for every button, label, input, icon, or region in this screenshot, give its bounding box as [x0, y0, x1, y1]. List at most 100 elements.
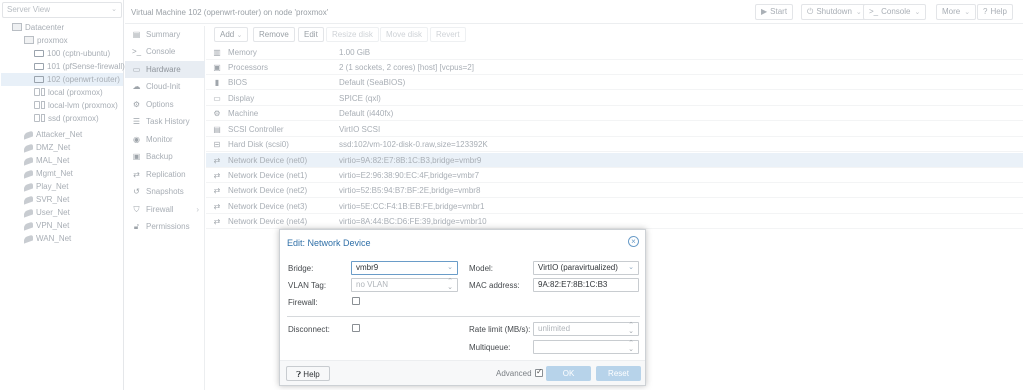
- network-zone-icon: [24, 130, 33, 140]
- tree-network[interactable]: DMZ_Net: [24, 141, 70, 154]
- tree-network[interactable]: Attacker_Net: [24, 128, 82, 141]
- hw-value: virtio=9A:82:E7:8B:1C:B3,bridge=vmbr9: [339, 156, 482, 165]
- table-row[interactable]: ⊟ Hard Disk (scsi0) ssd:102/vm-102-disk-0.…: [206, 137, 1023, 152]
- resize-disk-button[interactable]: Resize disk: [326, 27, 379, 42]
- close-icon[interactable]: ×: [628, 236, 639, 247]
- console-button[interactable]: >_ Console ⌄: [863, 4, 927, 20]
- shutdown-label: Shutdown: [816, 7, 852, 16]
- view-selector[interactable]: Server View ⌄: [2, 2, 122, 18]
- dialog-help-button[interactable]: ❓︎ Help: [286, 366, 330, 381]
- model-label: Model:: [469, 264, 494, 273]
- rate-limit-input[interactable]: unlimited ⌃ ⌄: [533, 322, 639, 336]
- tree-network[interactable]: SVR_Net: [24, 193, 69, 206]
- start-button[interactable]: ▶ Start: [755, 4, 794, 20]
- hw-value: 2 (1 sockets, 2 cores) [host] [vcpus=2]: [339, 63, 474, 72]
- network-icon: ⇄: [213, 186, 221, 195]
- model-select[interactable]: VirtIO (paravirtualized) ⌄: [533, 261, 639, 275]
- table-row[interactable]: ⇄ Network Device (net0) virtio=9A:82:E7:8B…: [206, 153, 1023, 168]
- network-zone-icon: [24, 221, 33, 231]
- menu-cloud-init[interactable]: ☁ Cloud-Init: [125, 78, 205, 95]
- menu-label: Task History: [146, 117, 190, 126]
- menu-label: Replication: [146, 170, 186, 179]
- menu-task-history[interactable]: ☰ Task History: [125, 113, 205, 130]
- tree-storage-ssd[interactable]: ssd (proxmox): [34, 112, 99, 125]
- tree-node-proxmox[interactable]: proxmox: [24, 34, 68, 47]
- menu-hardware[interactable]: ▭ Hardware: [125, 61, 205, 78]
- shutdown-button[interactable]: ⏻ Shutdown ⌄: [801, 4, 868, 20]
- tree-vm-label: 100 (cptn-ubuntu): [47, 49, 111, 58]
- menu-snapshots[interactable]: ↺ Snapshots: [125, 183, 205, 200]
- mac-address-input[interactable]: 9A:82:E7:8B:1C:B3: [533, 278, 639, 292]
- menu-options[interactable]: ⚙ Options: [125, 96, 205, 113]
- bridge-label: Bridge:: [288, 264, 314, 273]
- rate-limit-label: Rate limit (MB/s):: [469, 325, 531, 334]
- advanced-checkbox[interactable]: [535, 367, 543, 377]
- hw-value: ssd:102/vm-102-disk-0.raw,size=123392K: [339, 140, 488, 149]
- multiqueue-input[interactable]: ⌃ ⌄: [533, 340, 639, 354]
- disconnect-checkbox[interactable]: [352, 324, 360, 332]
- tree-storage-label: local (proxmox): [48, 88, 103, 97]
- bridge-select[interactable]: vmbr9 ⌄: [351, 261, 458, 275]
- table-row[interactable]: ▥ Memory 1.00 GiB: [206, 45, 1023, 60]
- vlan-label: VLAN Tag:: [288, 281, 327, 290]
- table-row[interactable]: ⇄ Network Device (net4) virtio=8A:44:BC:D6…: [206, 214, 1023, 229]
- unlock-icon: 🔓︎: [133, 222, 140, 231]
- tree-vm-100[interactable]: 100 (cptn-ubuntu): [34, 47, 110, 60]
- tree-network[interactable]: Mgmt_Net: [24, 167, 73, 180]
- firewall-label: Firewall:: [288, 298, 318, 307]
- menu-firewall[interactable]: ⛉ Firewall ›: [125, 201, 205, 218]
- table-row[interactable]: ▤ SCSI Controller VirtIO SCSI: [206, 122, 1023, 137]
- tree-network-label: SVR_Net: [36, 195, 70, 204]
- menu-permissions[interactable]: 🔓︎ Permissions: [125, 218, 205, 235]
- tree-network[interactable]: MAL_Net: [24, 154, 69, 167]
- tree-network-label: Play_Net: [36, 182, 69, 191]
- menu-backup[interactable]: ▣ Backup: [125, 148, 205, 165]
- table-row[interactable]: ▭ Display SPICE (qxl): [206, 91, 1023, 106]
- chevron-down-icon: ⌄: [964, 9, 971, 16]
- table-row[interactable]: ⇄ Network Device (net3) virtio=5E:CC:F4:1B…: [206, 199, 1023, 214]
- vlan-tag-input[interactable]: no VLAN ⌃ ⌄: [351, 278, 458, 292]
- tree-storage-local[interactable]: local (proxmox): [34, 86, 103, 99]
- hw-value: virtio=5E:CC:F4:1B:EB:FE,bridge=vmbr1: [339, 202, 485, 211]
- bios-icon: ▮: [214, 78, 220, 87]
- hw-key: Machine: [228, 109, 259, 118]
- menu-summary[interactable]: ▤ Summary: [125, 26, 205, 43]
- more-button[interactable]: More ⌄: [936, 4, 977, 20]
- move-disk-button[interactable]: Move disk: [380, 27, 429, 42]
- monitor-icon: ▭: [132, 65, 141, 74]
- add-button[interactable]: Add ⌄: [214, 27, 249, 42]
- tree-vm-102[interactable]: 102 (openwrt-router): [1, 73, 123, 86]
- revert-button[interactable]: Revert: [430, 27, 466, 42]
- menu-monitor[interactable]: ◉ Monitor: [125, 131, 205, 148]
- hdd-icon: ⊟: [213, 140, 221, 149]
- vm-icon: [34, 50, 44, 57]
- tree-node-label: proxmox: [37, 36, 68, 45]
- chevron-down-icon: ⌄: [914, 9, 921, 16]
- table-row[interactable]: ⇄ Network Device (net1) virtio=E2:96:38:90…: [206, 168, 1023, 183]
- tree-datacenter[interactable]: Datacenter: [12, 21, 64, 34]
- tree-network[interactable]: VPN_Net: [24, 219, 69, 232]
- tree-network[interactable]: Play_Net: [24, 180, 68, 193]
- hw-key: SCSI Controller: [228, 125, 284, 134]
- terminal-icon: >_: [132, 47, 142, 56]
- question-icon: ❓︎: [296, 370, 302, 379]
- tree-storage-label: ssd (proxmox): [48, 114, 99, 123]
- reset-label: Reset: [608, 369, 629, 378]
- ok-button[interactable]: OK: [546, 366, 591, 381]
- menu-replication[interactable]: ⇄ Replication: [125, 166, 205, 183]
- firewall-checkbox[interactable]: [352, 297, 360, 305]
- table-row[interactable]: ⚙ Machine Default (i440fx): [206, 106, 1023, 121]
- tree-storage-local-lvm[interactable]: local-lvm (proxmox): [34, 99, 118, 112]
- reset-button[interactable]: Reset: [596, 366, 641, 381]
- storage-icon: [34, 101, 40, 109]
- remove-button[interactable]: Remove: [253, 27, 295, 42]
- tree-network[interactable]: User_Net: [24, 206, 70, 219]
- menu-console[interactable]: >_ Console: [125, 43, 205, 60]
- edit-button[interactable]: Edit: [298, 27, 324, 42]
- table-row[interactable]: ▣ Processors 2 (1 sockets, 2 cores) [host]…: [206, 60, 1023, 75]
- tree-vm-101[interactable]: 101 (pfSense-firewall): [34, 60, 125, 73]
- tree-network[interactable]: WAN_Net: [24, 232, 71, 245]
- help-button[interactable]: ? Help: [977, 4, 1013, 20]
- table-row[interactable]: ▮ BIOS Default (SeaBIOS): [206, 75, 1023, 90]
- table-row[interactable]: ⇄ Network Device (net2) virtio=52:B5:94:B7…: [206, 183, 1023, 198]
